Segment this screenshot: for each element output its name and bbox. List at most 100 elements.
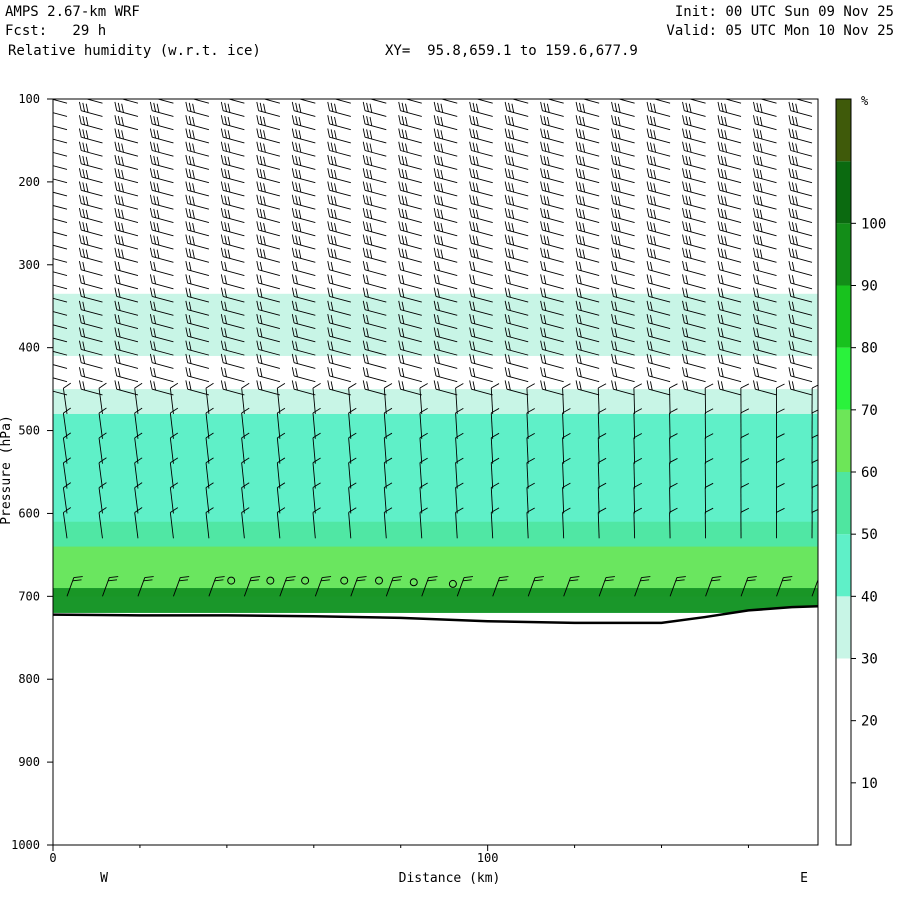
cross-section-chart: 100 200 300 400 500 600 700 800 900 1000 0 100 Dista… [0, 89, 886, 886]
barb-flag [680, 89, 686, 98]
barb-flag [113, 89, 119, 98]
colorbar-segment [836, 223, 851, 286]
barb-staff [669, 412, 671, 439]
barb-flag [42, 208, 48, 217]
colorbar-segment [836, 596, 851, 659]
barb-flag [45, 103, 51, 112]
x-tick-label: 0 [49, 851, 56, 865]
colorbar: 10 20 30 40 50 60 70 80 90 100% [835, 94, 886, 846]
barb-flag [326, 89, 332, 98]
colorbar-segment [836, 720, 851, 783]
barb-flag [334, 99, 337, 100]
barb-flag [42, 380, 48, 389]
barb-flag [77, 89, 83, 98]
barb-flag [290, 89, 296, 98]
barb-flag [42, 89, 48, 98]
barb-flag [759, 99, 763, 100]
barb-flag [577, 90, 583, 99]
colorbar-segment [836, 534, 851, 597]
barb-flag [329, 90, 335, 99]
barb-flag [42, 155, 48, 164]
barb-flag [716, 89, 722, 98]
barb-flag [511, 99, 515, 100]
y-tick-label: 600 [18, 506, 40, 520]
barb-flag [574, 89, 580, 98]
barb-flag [219, 89, 225, 98]
barb-flag [405, 99, 408, 100]
barb-flag [152, 90, 158, 99]
barb-staff [669, 387, 671, 414]
barb-flag [45, 289, 51, 298]
barb-flag [45, 156, 51, 165]
barb-flag [227, 99, 231, 100]
barb-flag [42, 248, 48, 257]
x-tick-label: 100 [477, 851, 499, 865]
barb-flag [45, 116, 51, 125]
y-tick-label: 400 [18, 341, 40, 355]
barb-flag [369, 99, 373, 100]
barb-flag [45, 222, 51, 231]
barb-flag [542, 90, 548, 99]
barb-flag [45, 90, 51, 99]
rh-layer-30-40 [53, 389, 818, 414]
colorbar-label: 30 [861, 652, 878, 668]
barb-flag [187, 90, 193, 99]
y-tick-label: 100 [18, 92, 40, 106]
barb-flag [45, 381, 51, 390]
barb-flag [45, 275, 51, 284]
barb-flag [817, 579, 818, 582]
barb-flag [45, 342, 51, 351]
colorbar-segment [836, 409, 851, 472]
colorbar-label: 100 [861, 216, 886, 232]
y-tick-label: 700 [18, 589, 40, 603]
barb-flag [617, 99, 621, 100]
barb-flag [440, 99, 444, 100]
barb-flag [81, 90, 87, 99]
barb-flag [42, 314, 48, 323]
barb-flag [688, 99, 692, 100]
barb-flag [45, 169, 51, 178]
barb-flag [49, 90, 55, 99]
colorbar-label: 10 [861, 776, 878, 792]
barb-flag [42, 288, 48, 297]
barb-flag [116, 90, 122, 99]
barb-flag [45, 249, 51, 258]
barb-flag [724, 99, 727, 100]
colorbar-unit: % [861, 94, 869, 108]
barb-flag [45, 302, 51, 311]
barb-flag [184, 89, 190, 98]
barb-flag [85, 99, 89, 100]
colorbar-label: 80 [861, 341, 878, 357]
colorbar-label: 90 [861, 279, 878, 295]
y-tick-label: 800 [18, 672, 40, 686]
barb-flag [361, 89, 367, 98]
barb-flag [653, 99, 657, 100]
barb-flag [45, 355, 51, 364]
barb-flag [223, 90, 229, 99]
barb-flag [475, 99, 479, 100]
barb-flag [42, 341, 48, 350]
colorbar-segment [836, 347, 851, 410]
colorbar-segment [836, 658, 851, 721]
barb-staff [669, 437, 671, 464]
barb-flag [539, 89, 545, 98]
barb-flag [45, 129, 51, 138]
colorbar-label: 40 [861, 589, 878, 605]
colorbar-segment [836, 99, 851, 162]
barb-flag [148, 89, 154, 98]
barb-flag [42, 261, 48, 270]
barb-flag [45, 328, 51, 337]
barb-flag [582, 99, 586, 100]
barb-flag [42, 327, 48, 336]
barb-flag [45, 315, 51, 324]
barb-flag [819, 574, 828, 580]
barb-flag [156, 99, 160, 100]
barb-flag [645, 89, 651, 98]
barb-flag [294, 90, 300, 99]
y-tick-label: 900 [18, 755, 40, 769]
x-axis-label: Distance (km) [399, 871, 501, 886]
barb-flag [45, 235, 51, 244]
barb-flag [42, 354, 48, 363]
barb-staff [669, 487, 671, 514]
barb-flag [795, 99, 798, 100]
